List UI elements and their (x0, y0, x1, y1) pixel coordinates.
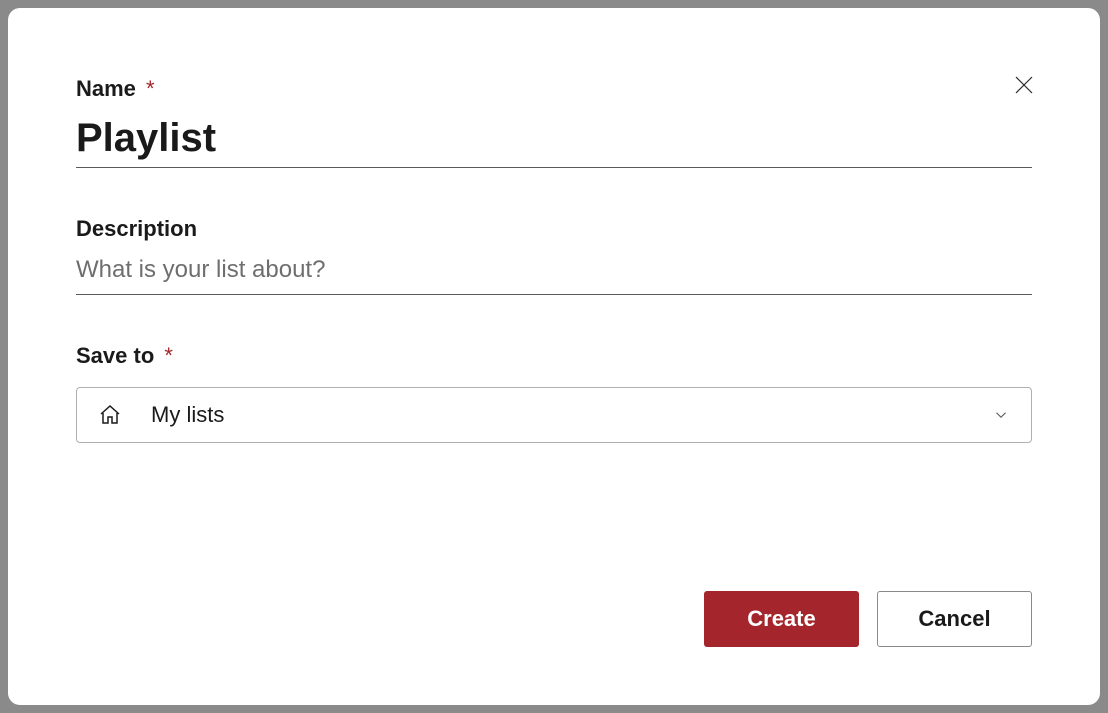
saveto-selected-text: My lists (151, 402, 991, 428)
name-label-text: Name (76, 76, 136, 101)
name-field: Name * (76, 76, 1032, 168)
chevron-down-icon (991, 405, 1011, 425)
name-input[interactable] (76, 116, 1032, 168)
saveto-label-text: Save to (76, 343, 154, 368)
description-input[interactable] (76, 256, 1032, 295)
home-icon (97, 402, 123, 428)
name-label: Name * (76, 76, 1032, 102)
required-marker: * (146, 76, 155, 101)
description-label: Description (76, 216, 1032, 242)
description-field: Description (76, 216, 1032, 295)
saveto-dropdown[interactable]: My lists (76, 387, 1032, 443)
required-marker: * (164, 343, 173, 368)
close-button[interactable] (1006, 68, 1042, 104)
cancel-button[interactable]: Cancel (877, 591, 1032, 647)
dialog-actions: Create Cancel (704, 591, 1032, 647)
close-icon (1012, 73, 1036, 100)
saveto-field: Save to * My lists (76, 343, 1032, 443)
create-button[interactable]: Create (704, 591, 859, 647)
create-list-dialog: Name * Description Save to * My lists Cr… (8, 8, 1100, 705)
saveto-label: Save to * (76, 343, 1032, 369)
